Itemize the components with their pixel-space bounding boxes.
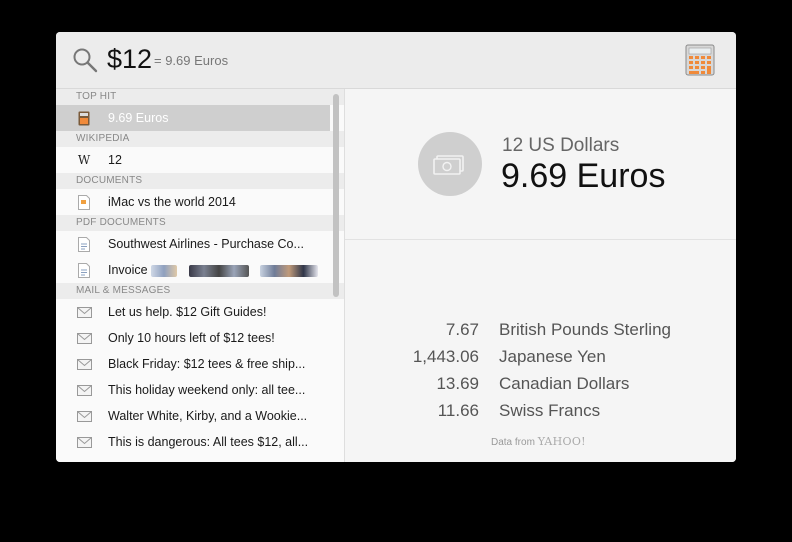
result-row-mail[interactable]: Let us help. $12 Gift Guides! bbox=[56, 299, 330, 325]
conversion-value: 11.66 bbox=[437, 401, 479, 420]
conversion-value: 13.69 bbox=[436, 374, 479, 393]
detail-divider bbox=[345, 239, 736, 240]
pdf-document-icon bbox=[76, 236, 92, 252]
calculator-icon bbox=[76, 110, 92, 126]
conversion-value: 7.67 bbox=[445, 320, 479, 339]
data-source-attribution[interactable]: Data from YAHOO! bbox=[491, 435, 586, 448]
result-label: This holiday weekend only: all tee... bbox=[108, 383, 306, 397]
result-label: This is dangerous: All tees $12, all... bbox=[108, 435, 309, 449]
result-label: 12 bbox=[108, 153, 122, 167]
mail-icon bbox=[76, 356, 92, 372]
conversion-currency: Canadian Dollars bbox=[499, 374, 630, 393]
result-row-mail[interactable]: This is dangerous: All tees $12, all... bbox=[56, 429, 330, 455]
conversion-row: 7.67 British Pounds Sterling bbox=[345, 320, 736, 346]
mail-icon bbox=[76, 382, 92, 398]
pdf-document-icon bbox=[76, 262, 92, 278]
search-icon bbox=[73, 48, 98, 73]
result-row-document[interactable]: iMac vs the world 2014 bbox=[56, 189, 330, 215]
inline-result: = 9.69 Euros bbox=[154, 53, 229, 68]
result-row-mail[interactable]: Only 10 hours left of $12 tees! bbox=[56, 325, 330, 351]
results-list: TOP HIT 9.69 Euros WIKIPEDIA W 12 DOCUME… bbox=[56, 89, 344, 462]
result-row-wikipedia[interactable]: W 12 bbox=[56, 147, 330, 173]
section-header-documents: DOCUMENTS bbox=[56, 173, 344, 189]
result-label: Walter White, Kirby, and a Wookie... bbox=[108, 409, 308, 423]
section-header-top-hit: TOP HIT bbox=[56, 89, 344, 105]
result-label: Let us help. $12 Gift Guides! bbox=[108, 305, 267, 319]
from-amount: 12 US Dollars bbox=[502, 135, 620, 156]
result-label: Invoice bbox=[108, 263, 148, 277]
result-label: Black Friday: $12 tees & free ship... bbox=[108, 357, 306, 371]
result-row-mail[interactable]: This holiday weekend only: all tee... bbox=[56, 377, 330, 403]
spotlight-window: $12 = 9.69 Euros TOP HIT 9.69 Euros WIKI… bbox=[56, 32, 736, 462]
conversion-row: 11.66 Swiss Francs bbox=[345, 401, 736, 427]
result-label-redacted: Invoice bbox=[108, 263, 320, 277]
result-row-top-hit[interactable]: 9.69 Euros bbox=[56, 105, 330, 131]
currency-detail-pane: 12 US Dollars 9.69 Euros 7.67 British Po… bbox=[345, 89, 736, 462]
result-label: iMac vs the world 2014 bbox=[108, 195, 236, 209]
result-label: Southwest Airlines - Purchase Co... bbox=[108, 237, 304, 251]
conversion-row: 13.69 Canadian Dollars bbox=[345, 374, 736, 400]
section-header-pdf-documents: PDF DOCUMENTS bbox=[56, 215, 344, 231]
result-row-pdf[interactable]: Invoice bbox=[56, 257, 330, 283]
result-row-mail[interactable]: Walter White, Kirby, and a Wookie... bbox=[56, 403, 330, 429]
result-row-pdf[interactable]: Southwest Airlines - Purchase Co... bbox=[56, 231, 330, 257]
yahoo-logo: YAHOO! bbox=[537, 435, 586, 448]
section-header-mail-messages: MAIL & MESSAGES bbox=[56, 283, 344, 299]
to-amount: 9.69 Euros bbox=[501, 157, 666, 195]
calculator-app-icon bbox=[685, 44, 715, 76]
conversion-currency: Swiss Francs bbox=[499, 401, 601, 420]
results-scrollbar[interactable] bbox=[333, 94, 339, 297]
wikipedia-icon: W bbox=[77, 153, 91, 167]
pages-document-icon bbox=[76, 194, 92, 210]
currency-icon bbox=[418, 132, 482, 196]
mail-icon bbox=[76, 330, 92, 346]
conversion-currency: British Pounds Sterling bbox=[499, 320, 671, 339]
section-header-wikipedia: WIKIPEDIA bbox=[56, 131, 344, 147]
redaction-blur bbox=[148, 263, 319, 277]
conversion-value: 1,443.06 bbox=[412, 347, 479, 366]
conversion-row: 1,443.06 Japanese Yen bbox=[345, 347, 736, 373]
mail-icon bbox=[76, 434, 92, 450]
conversion-currency: Japanese Yen bbox=[499, 347, 606, 366]
result-label: Only 10 hours left of $12 tees! bbox=[108, 331, 275, 345]
result-label: 9.69 Euros bbox=[108, 111, 169, 125]
mail-icon bbox=[76, 304, 92, 320]
result-row-mail[interactable]: Black Friday: $12 tees & free ship... bbox=[56, 351, 330, 377]
data-from-label: Data from bbox=[491, 437, 535, 448]
mail-icon bbox=[76, 408, 92, 424]
search-bar[interactable]: $12 = 9.69 Euros bbox=[56, 32, 736, 89]
search-input[interactable]: $12 bbox=[107, 44, 152, 75]
